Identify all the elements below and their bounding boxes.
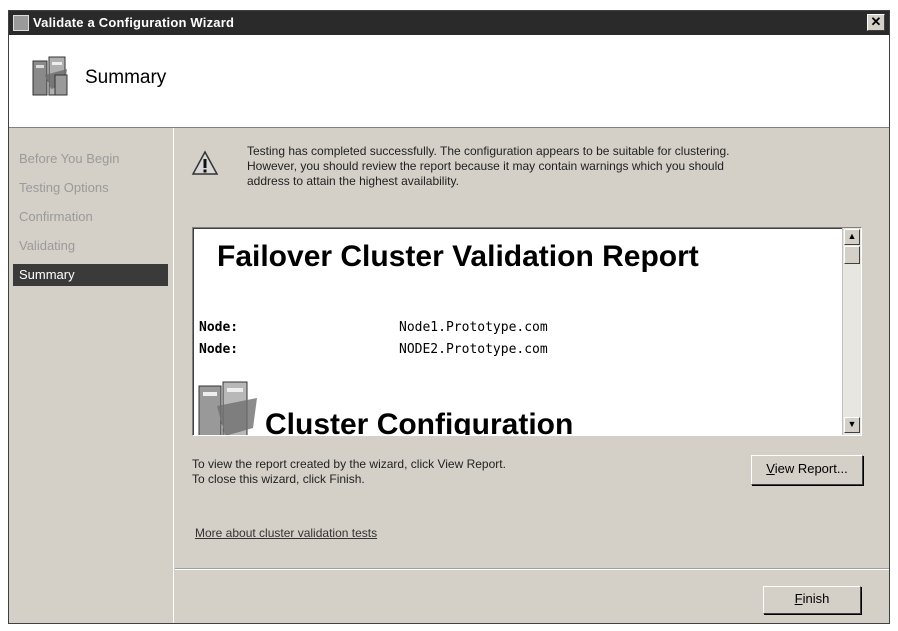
nav-item-before-you-begin[interactable]: Before You Begin: [13, 148, 168, 170]
cluster-configuration-icon: [198, 381, 257, 435]
scroll-down-icon[interactable]: ▼: [844, 417, 860, 433]
cluster-wizard-icon: [32, 56, 68, 96]
page-title: Summary: [85, 67, 167, 88]
wizard-window: Validate a Configuration Wizard ✕ Summar…: [8, 10, 890, 624]
scroll-up-icon[interactable]: ▲: [844, 229, 860, 245]
warning-icon: [191, 150, 219, 175]
wizard-header: Summary: [9, 35, 889, 128]
report-row-value: Node1.Prototype.com: [399, 320, 548, 335]
title-bar[interactable]: Validate a Configuration Wizard ✕: [9, 11, 889, 35]
report-row-key: Node:: [199, 342, 239, 357]
content-pane: Testing has completed successfully. The …: [175, 128, 889, 623]
nav-item-confirmation[interactable]: Confirmation: [13, 206, 168, 228]
footer-separator: [175, 568, 889, 570]
more-about-validation-link[interactable]: More about cluster validation tests: [195, 526, 377, 540]
finish-button[interactable]: Finish: [763, 586, 861, 614]
report-scrollbar[interactable]: ▲ ▼: [842, 228, 861, 435]
report-row: Node: Node1.Prototype.com: [199, 320, 548, 335]
close-button[interactable]: ✕: [867, 14, 885, 31]
status-message-line: address to attain the highest availabili…: [247, 174, 459, 188]
report-row: Node: NODE2.Prototype.com: [199, 342, 548, 357]
report-preview[interactable]: Failover Cluster Validation Report Node:…: [192, 227, 862, 436]
report-title: Failover Cluster Validation Report: [217, 240, 699, 273]
wizard-app-icon: [13, 15, 29, 31]
scroll-thumb[interactable]: [844, 246, 860, 264]
view-report-mnemonic: V: [766, 461, 775, 476]
report-row-value: NODE2.Prototype.com: [399, 342, 548, 357]
instructions-text: To view the report created by the wizard…: [192, 457, 506, 487]
nav-item-summary[interactable]: Summary: [13, 264, 168, 286]
status-message-line: Testing has completed successfully. The …: [247, 144, 730, 158]
instructions-line: To close this wizard, click Finish.: [192, 472, 365, 486]
status-message-line: However, you should review the report be…: [247, 159, 724, 173]
wizard-steps-nav: Before You Begin Testing Options Confirm…: [9, 128, 174, 623]
nav-item-testing-options[interactable]: Testing Options: [13, 177, 168, 199]
nav-item-validating[interactable]: Validating: [13, 235, 168, 257]
finish-label: inish: [802, 591, 830, 606]
status-message: Testing has completed successfully. The …: [247, 144, 847, 189]
window-title: Validate a Configuration Wizard: [33, 15, 235, 30]
view-report-button[interactable]: View Report...: [751, 455, 863, 485]
finish-mnemonic: F: [794, 591, 803, 606]
report-row-key: Node:: [199, 320, 239, 335]
report-section-heading: Cluster Configuration: [265, 408, 574, 436]
view-report-label: iew Report...: [774, 461, 848, 476]
instructions-line: To view the report created by the wizard…: [192, 457, 506, 471]
